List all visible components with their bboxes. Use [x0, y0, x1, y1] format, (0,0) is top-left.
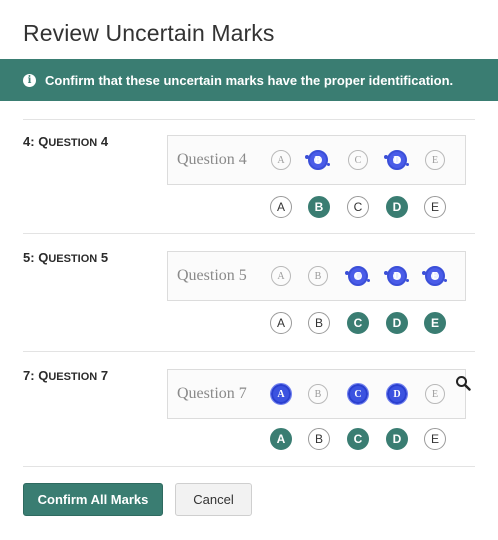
question-label-number: 7 — [100, 368, 109, 383]
cancel-button[interactable]: Cancel — [175, 483, 252, 516]
question-4-label: 4: QUESTION 4 — [23, 134, 108, 149]
scan-bubble-a: A — [270, 383, 292, 405]
answer-5-c[interactable]: C — [347, 312, 369, 334]
question-7-label: 7: QUESTION 7 — [23, 368, 108, 383]
scan-bubble-d: D — [384, 150, 409, 170]
question-number: 7: — [23, 368, 35, 383]
scan-question-text: Question 7 — [177, 385, 247, 402]
scan-bubble-d: D — [386, 383, 408, 405]
scan-bubble-c: C — [348, 150, 368, 170]
scan-bubble-c: C — [345, 266, 370, 286]
scan-bubble-a: A — [271, 150, 291, 170]
question-label-rest: UESTION — [48, 253, 98, 265]
answer-4-a[interactable]: A — [270, 196, 292, 218]
question-number: 5: — [23, 250, 35, 265]
question-5-scan-image: Question 5 A B C D E — [167, 251, 466, 301]
answer-7-c[interactable]: C — [347, 428, 369, 450]
scan-bubble-e: E — [422, 266, 447, 286]
scan-bubble-b: B — [305, 150, 330, 170]
info-icon: i — [23, 73, 36, 87]
zoom-icon[interactable] — [455, 375, 471, 391]
info-banner: i Confirm that these uncertain marks hav… — [0, 59, 498, 101]
answer-5-b[interactable]: B — [308, 312, 330, 334]
scan-question-text: Question 5 — [177, 267, 247, 284]
answer-5-a[interactable]: A — [270, 312, 292, 334]
confirm-all-marks-button[interactable]: Confirm All Marks — [23, 483, 163, 516]
answer-4-e[interactable]: E — [424, 196, 446, 218]
scan-bubble-c: C — [347, 383, 369, 405]
scan-bubble-e: E — [425, 150, 445, 170]
question-4-scan-image: Question 4 A B C D E — [167, 135, 466, 185]
dialog-title: Review Uncertain Marks — [23, 20, 275, 46]
answer-7-b[interactable]: B — [308, 428, 330, 450]
answer-4-c[interactable]: C — [347, 196, 369, 218]
question-number: 4: — [23, 134, 35, 149]
scan-bubble-b: B — [308, 266, 328, 286]
question-5-label: 5: QUESTION 5 — [23, 250, 108, 265]
answer-7-a[interactable]: A — [270, 428, 292, 450]
answer-5-e[interactable]: E — [424, 312, 446, 334]
question-label-initial: Q — [38, 134, 49, 149]
divider — [23, 351, 475, 352]
question-label-number: 5 — [100, 250, 109, 265]
question-label-rest: UESTION — [48, 137, 98, 149]
divider — [23, 119, 475, 120]
question-label-rest: UESTION — [48, 371, 98, 383]
divider — [23, 466, 475, 467]
question-label-initial: Q — [38, 250, 49, 265]
scan-bubble-d: D — [384, 266, 409, 286]
scan-bubble-b: B — [308, 384, 328, 404]
answer-4-b[interactable]: B — [308, 196, 330, 218]
answer-7-d[interactable]: D — [386, 428, 408, 450]
answer-7-e[interactable]: E — [424, 428, 446, 450]
scan-question-text: Question 4 — [177, 151, 247, 168]
answer-4-d[interactable]: D — [386, 196, 408, 218]
scan-bubble-a: A — [271, 266, 291, 286]
question-label-initial: Q — [38, 368, 49, 383]
question-label-number: 4 — [100, 134, 109, 149]
answer-5-d[interactable]: D — [386, 312, 408, 334]
info-banner-text: Confirm that these uncertain marks have … — [45, 72, 454, 88]
divider — [23, 233, 475, 234]
question-7-scan-image: Question 7 A B C D E — [167, 369, 471, 419]
scan-bubble-e: E — [425, 384, 445, 404]
